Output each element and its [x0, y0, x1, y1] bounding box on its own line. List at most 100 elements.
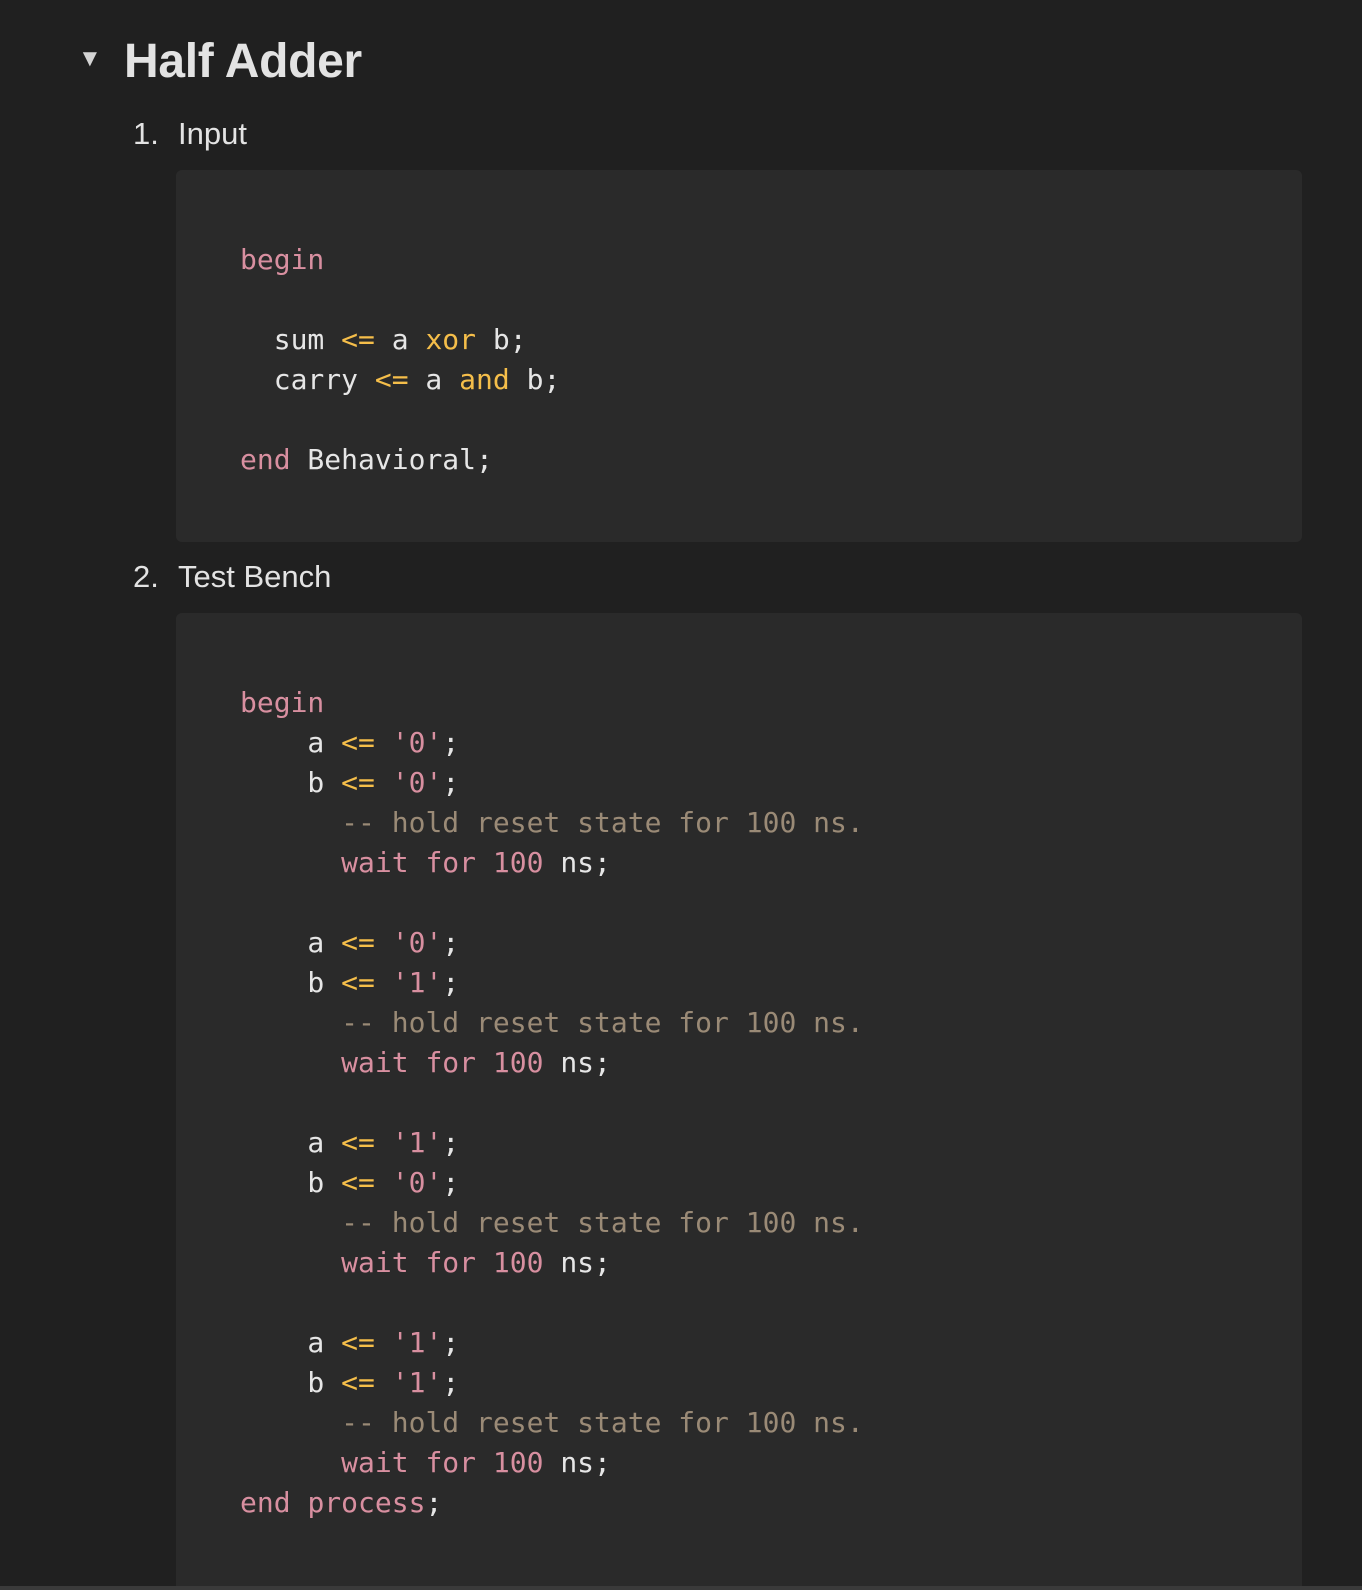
code-token-identifier: b: [240, 1366, 342, 1399]
code-token-identifier: ns;: [543, 1046, 611, 1079]
code-token-keyword: begin: [240, 686, 325, 719]
code-line: carry <= a and b;: [240, 360, 561, 400]
code-token-operator: <=: [341, 766, 375, 799]
list-item-input: 1. Input: [133, 112, 247, 156]
code-token-number-literal: 100: [492, 1046, 544, 1079]
list-number: 1.: [133, 116, 159, 151]
code-token-string-literal: '1': [391, 966, 443, 999]
code-line: b <= '1';: [240, 963, 864, 1003]
code-line: wait for 100 ns;: [240, 843, 864, 883]
code-token-identifier: a: [374, 323, 426, 356]
code-token-identifier: sum: [240, 323, 342, 356]
code-token-string-literal: '0': [391, 766, 443, 799]
code-token-keyword: for: [425, 1246, 477, 1279]
code-token-identifier: ns;: [543, 1246, 611, 1279]
code-token-identifier: ;: [442, 1326, 460, 1359]
code-token-comment: -- hold reset state for 100 ns.: [341, 1006, 864, 1039]
code-token-keyword: end: [240, 443, 291, 476]
code-token-operator: <=: [341, 726, 375, 759]
code-token-identifier: [240, 806, 341, 839]
code-token-identifier: ;: [442, 766, 460, 799]
toggle-heading[interactable]: ▼ Half Adder: [78, 30, 362, 92]
code-token-identifier: b: [240, 766, 342, 799]
code-line: b <= '1';: [240, 1363, 864, 1403]
page-title: Half Adder: [124, 34, 362, 88]
code-token-comment: -- hold reset state for 100 ns.: [341, 1206, 864, 1239]
code-token-operator: <=: [341, 1366, 375, 1399]
code-line: a <= '0';: [240, 923, 864, 963]
code-line: sum <= a xor b;: [240, 320, 560, 360]
toggle-triangle-icon[interactable]: ▼: [78, 47, 114, 71]
code-token-identifier: [476, 846, 493, 879]
code-token-keyword: for: [425, 1446, 477, 1479]
code-block-test-bench[interactable]: begin a <= '0'; b <= '0'; -- hold reset …: [176, 613, 1302, 1590]
code-token-identifier: ;: [442, 966, 460, 999]
code-token-identifier: ;: [442, 926, 460, 959]
list-item-test-bench: 2. Test Bench: [133, 555, 331, 599]
code-token-operator: <=: [341, 966, 375, 999]
code-token-identifier: [240, 1206, 341, 1239]
code-token-identifier: Behavioral;: [290, 443, 493, 476]
code-token-keyword: process: [307, 1486, 426, 1519]
code-token-identifier: [476, 1246, 493, 1279]
code-token-identifier: [240, 1246, 341, 1279]
code-token-identifier: [240, 1046, 341, 1079]
code-token-identifier: ;: [425, 1486, 443, 1519]
list-item-label: Input: [178, 116, 247, 151]
code-content: begin sum <= a xor b; carry <= a and b; …: [240, 200, 560, 480]
code-line: wait for 100 ns;: [240, 1043, 864, 1083]
code-token-keyword: wait: [341, 846, 409, 879]
code-token-identifier: [409, 1046, 426, 1079]
code-token-identifier: [375, 766, 392, 799]
code-token-comment: -- hold reset state for 100 ns.: [341, 1406, 864, 1439]
code-token-identifier: ;: [442, 1126, 460, 1159]
code-token-operator: <=: [341, 926, 375, 959]
code-token-identifier: a: [240, 1126, 342, 1159]
code-token-identifier: [375, 1366, 392, 1399]
code-token-keyword: wait: [341, 1246, 409, 1279]
code-token-identifier: [375, 966, 392, 999]
code-block-input[interactable]: begin sum <= a xor b; carry <= a and b; …: [176, 170, 1302, 542]
code-token-identifier: [375, 1126, 392, 1159]
code-line: b <= '0';: [240, 1163, 864, 1203]
code-line: a <= '1';: [240, 1323, 864, 1363]
code-line: a <= '0';: [240, 723, 864, 763]
code-token-identifier: ;: [442, 1166, 460, 1199]
code-token-operator: <=: [341, 323, 375, 356]
code-line: begin: [240, 240, 560, 280]
code-token-identifier: [409, 846, 426, 879]
code-token-operator: <=: [341, 1326, 375, 1359]
code-token-operator: <=: [374, 363, 409, 396]
window-bottom-edge: [0, 1586, 1362, 1590]
code-token-identifier: [240, 1446, 341, 1479]
code-line: wait for 100 ns;: [240, 1443, 864, 1483]
code-line: end process;: [240, 1483, 864, 1523]
code-token-identifier: [476, 1046, 493, 1079]
code-token-identifier: a: [240, 926, 342, 959]
code-token-identifier: [240, 1406, 341, 1439]
code-token-identifier: [291, 1486, 308, 1519]
code-token-number-literal: 100: [492, 1446, 544, 1479]
code-token-identifier: [375, 1166, 392, 1199]
code-token-string-literal: '0': [391, 1166, 443, 1199]
code-token-operator: and: [459, 363, 510, 396]
code-token-identifier: b;: [476, 323, 527, 356]
code-token-number-literal: 100: [492, 1246, 544, 1279]
code-token-identifier: a: [408, 363, 460, 396]
code-token-operator: <=: [341, 1166, 375, 1199]
code-token-string-literal: '0': [391, 726, 443, 759]
code-token-identifier: ;: [442, 1366, 460, 1399]
code-line: a <= '1';: [240, 1123, 864, 1163]
code-token-identifier: a: [240, 726, 342, 759]
code-token-identifier: b: [240, 966, 342, 999]
code-token-operator: xor: [425, 323, 477, 356]
code-token-identifier: [240, 846, 341, 879]
code-line: b <= '0';: [240, 763, 864, 803]
code-token-keyword: for: [425, 1046, 477, 1079]
